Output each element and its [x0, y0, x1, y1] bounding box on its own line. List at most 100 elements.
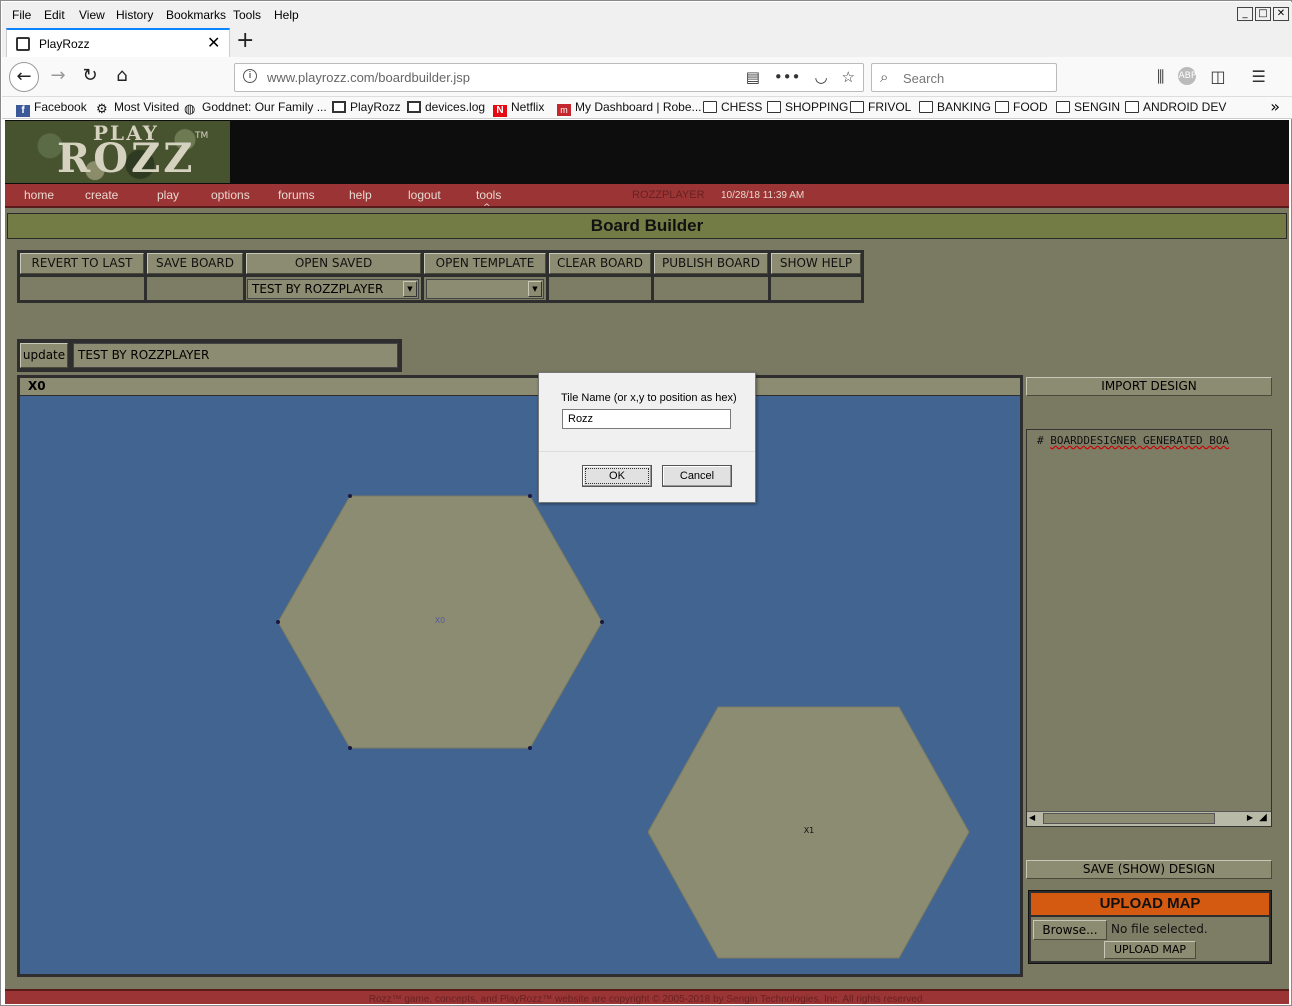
dialog-prompt: Tile Name (or x,y to position as hex) — [561, 392, 737, 404]
board-header: X0 — [20, 378, 1020, 395]
open-template-select[interactable]: ▼ — [426, 279, 544, 299]
publish-board-button[interactable]: PUBLISH BOARD — [654, 253, 768, 274]
minimize-button[interactable]: _ — [1237, 7, 1253, 21]
hamburger-menu-icon[interactable]: ☰ — [1252, 67, 1266, 87]
chevron-down-icon[interactable]: ▼ — [528, 281, 542, 297]
save-board-button[interactable]: SAVE BOARD — [147, 253, 243, 274]
adblock-icon[interactable]: ABP — [1178, 67, 1197, 85]
tile-label-x1: X1 — [804, 826, 815, 835]
bookmark-folder-shopping[interactable]: SHOPPING — [767, 100, 848, 114]
folder-icon — [1125, 101, 1139, 113]
board-canvas[interactable]: X0 X1 — [20, 396, 1020, 974]
menu-help[interactable]: Help — [274, 8, 299, 22]
show-help-button[interactable]: SHOW HELP — [771, 253, 861, 274]
import-design-button[interactable]: IMPORT DESIGN — [1026, 377, 1272, 396]
resize-grip-icon[interactable]: ◢ — [1255, 811, 1271, 826]
vertex-handle[interactable] — [528, 746, 532, 750]
vertex-handle[interactable] — [348, 494, 352, 498]
menu-view[interactable]: View — [79, 8, 105, 22]
maximize-button[interactable]: □ — [1255, 7, 1271, 21]
bookmark-label: SENGIN — [1074, 100, 1121, 114]
horizontal-scrollbar[interactable]: ◀ ▶ — [1027, 811, 1255, 826]
library-icon[interactable]: ⫼ — [1157, 67, 1164, 87]
vertex-handle[interactable] — [600, 620, 604, 624]
menu-edit[interactable]: Edit — [44, 8, 65, 22]
tile-name-input[interactable]: Rozz — [562, 409, 731, 429]
netflix-icon: N — [493, 105, 507, 117]
upload-map-body: Browse... No file selected. UPLOAD MAP — [1031, 917, 1269, 961]
design-textarea[interactable]: # BOARDDESIGNER GENERATED BOA ◀ ▶ ◢ — [1026, 429, 1272, 827]
browse-button[interactable]: Browse... — [1033, 920, 1107, 940]
board-svg[interactable]: X0 X1 — [20, 396, 1020, 974]
more-bookmarks-chevron-icon[interactable]: » — [1270, 97, 1280, 116]
nav-create[interactable]: create — [85, 188, 118, 202]
vertex-handle[interactable] — [276, 620, 280, 624]
bookmark-playrozz[interactable]: PlayRozz — [332, 100, 401, 114]
bookmark-star-icon[interactable]: ☆ — [842, 68, 855, 86]
pocket-icon[interactable]: ◡ — [814, 68, 827, 86]
menu-file[interactable]: File — [12, 8, 31, 22]
folder-icon — [703, 101, 717, 113]
tab-playrozz[interactable]: PlayRozz ✕ — [6, 28, 230, 57]
nav-help[interactable]: help — [349, 188, 372, 202]
upload-map-button[interactable]: UPLOAD MAP — [1104, 941, 1196, 959]
home-button[interactable]: ⌂ — [107, 62, 137, 92]
ok-button[interactable]: OK — [582, 465, 652, 487]
save-show-design-button[interactable]: SAVE (SHOW) DESIGN — [1026, 860, 1272, 879]
nav-home[interactable]: home — [24, 188, 54, 202]
bookmark-folder-sengin[interactable]: SENGIN — [1056, 100, 1120, 114]
bookmark-label: BANKING — [937, 100, 992, 114]
bookmark-folder-chess[interactable]: CHESS — [703, 100, 762, 114]
update-button[interactable]: update — [20, 343, 68, 368]
page-actions-icon[interactable]: ••• — [774, 68, 801, 86]
search-box[interactable]: ⌕ Search — [871, 63, 1057, 92]
open-template-button[interactable]: OPEN TEMPLATE — [424, 253, 546, 274]
close-tab-icon[interactable]: ✕ — [207, 33, 220, 52]
board-toolbar: REVERT TO LAST SAVE BOARD OPEN SAVED OPE… — [17, 250, 864, 303]
bookmark-my-dashboard[interactable]: m My Dashboard | Robe... — [557, 100, 702, 116]
menu-history[interactable]: History — [116, 8, 153, 22]
bookmark-folder-banking[interactable]: BANKING — [919, 100, 991, 114]
bookmark-netflix[interactable]: N Netflix — [493, 100, 544, 117]
forward-button[interactable]: → — [43, 62, 73, 92]
nav-logout[interactable]: logout — [408, 188, 441, 202]
scroll-left-icon[interactable]: ◀ — [1029, 813, 1035, 822]
nav-forums[interactable]: forums — [278, 188, 315, 202]
bookmark-facebook[interactable]: f Facebook — [16, 100, 87, 117]
bookmark-label: PlayRozz — [350, 100, 401, 114]
bookmark-folder-frivol[interactable]: FRIVOL — [850, 100, 911, 114]
nav-play[interactable]: play — [157, 188, 179, 202]
chevron-down-icon[interactable]: ▼ — [403, 281, 417, 297]
datetime: 10/28/18 11:39 AM — [721, 190, 805, 201]
scroll-right-icon[interactable]: ▶ — [1247, 813, 1253, 822]
bookmark-label: FRIVOL — [868, 100, 912, 114]
board-name-field[interactable]: TEST BY ROZZPLAYER — [73, 343, 398, 368]
nav-options[interactable]: options — [211, 188, 250, 202]
bookmark-folder-android-dev[interactable]: ANDROID DEV — [1125, 100, 1226, 114]
sidebar-icon[interactable]: ◫ — [1210, 67, 1225, 87]
new-tab-button[interactable]: + — [236, 28, 254, 53]
bookmark-devices-log[interactable]: devices.log — [407, 100, 485, 114]
bookmark-most-visited[interactable]: ⚙ Most Visited — [96, 100, 179, 115]
bookmark-folder-food[interactable]: FOOD — [995, 100, 1048, 114]
reader-view-icon[interactable]: ▤ — [746, 68, 760, 86]
menu-tools[interactable]: Tools — [233, 8, 261, 22]
clear-board-button[interactable]: CLEAR BOARD — [549, 253, 651, 274]
vertex-handle[interactable] — [528, 494, 532, 498]
close-window-button[interactable]: ✕ — [1273, 7, 1289, 21]
cancel-button[interactable]: Cancel — [662, 465, 732, 487]
menu-bookmarks[interactable]: Bookmarks — [166, 8, 226, 22]
reload-button[interactable]: ↻ — [75, 62, 105, 92]
bookmark-goddnet[interactable]: ◍ Goddnet: Our Family ... — [184, 100, 327, 115]
address-bar[interactable]: i www.playrozz.com/boardbuilder.jsp ▤ ••… — [234, 63, 864, 92]
site-info-icon[interactable]: i — [243, 69, 257, 83]
back-button[interactable]: ← — [9, 62, 39, 92]
revert-to-last-button[interactable]: REVERT TO LAST — [20, 253, 144, 274]
scroll-thumb[interactable] — [1043, 813, 1215, 824]
url-text[interactable]: www.playrozz.com/boardbuilder.jsp — [267, 70, 470, 85]
vertex-handle[interactable] — [348, 746, 352, 750]
playrozz-logo[interactable]: PLAY ROZZ TM — [5, 121, 230, 183]
nav-tools[interactable]: tools — [476, 188, 501, 202]
open-saved-select[interactable]: TEST BY ROZZPLAYER ▼ — [247, 279, 419, 299]
open-saved-button[interactable]: OPEN SAVED — [246, 253, 421, 274]
